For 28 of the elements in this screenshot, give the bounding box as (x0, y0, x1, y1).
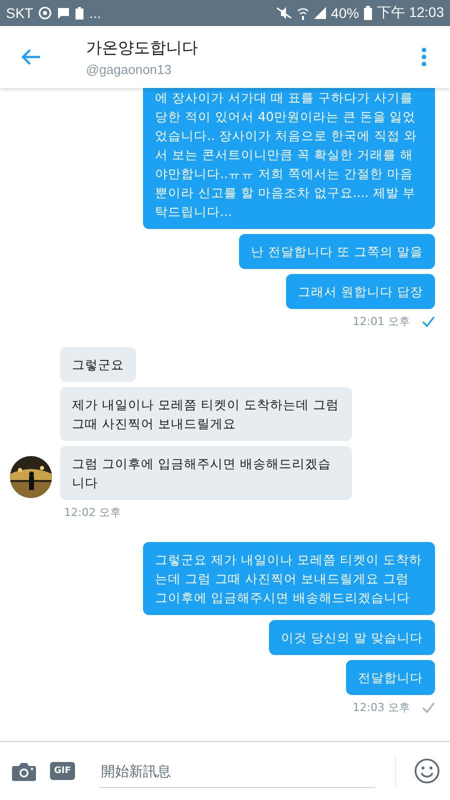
more-notifications: ... (89, 5, 101, 21)
message-bubble: 난 전달합니다 또 그쪽의 말을 (239, 234, 435, 269)
signal-icon (314, 7, 326, 19)
message-time: 12:01 오후 (352, 314, 410, 329)
message-bubble: 전달합니다 (346, 660, 435, 695)
message-bubble: 이것 당신의 말 맞습니다 (269, 620, 435, 655)
battery-percent: 40% (331, 5, 360, 21)
carrier-label: SKT (6, 5, 34, 21)
chat-icon (57, 6, 70, 20)
message-bubble: 그래서 원합니다 답장 (286, 274, 435, 309)
battery-icon (364, 6, 372, 20)
message-bubble: 그렇군요 (60, 347, 136, 382)
gif-button[interactable]: GIF (50, 762, 75, 780)
clock: 下午 12:03 (377, 4, 444, 22)
camera-button[interactable] (12, 762, 36, 780)
user-handle: @gagaonon13 (86, 62, 172, 76)
message-time: 12:03 오후 (352, 700, 410, 715)
more-icon (421, 47, 427, 67)
message-bubble: 그렇군요 제가 내일이나 모레쯤 티켓이 도착하는데 그럼 그때 사진찍어 보내드릴게요 그럼 그이후에 입금해주시면 배송해드리겠습니다 (143, 542, 435, 615)
emoji-button[interactable] (414, 758, 440, 784)
wifi-icon (297, 6, 310, 20)
message-time: 12:02 오후 (64, 505, 122, 520)
message-bubble: 제가 내일이나 모레쯤 티켓이 도착하는데 그럼 그때 사진찍어 보내드릴게요 (60, 387, 352, 441)
message-bubble: 그럼 그이후에 입금해주시면 배송해드리겠습니다 (60, 446, 352, 500)
mute-icon (276, 7, 292, 19)
conversation-title: 가온양도합니다 (86, 38, 199, 58)
message-bubble: 에 장사이가 서가대 때 표를 구하다가 사기를 당한 적이 있어서 40만원이라는 큰 돈을 잃었었습니다.. 장사이가 처음으로 한국에 직접 와서 보는 콘서트이니만큼 꼭 확실한 거래를 해야만합니다..ㅠㅠ 저희 쪽에서는 간절한 마음뿐이라 신고를 할 마음조차 없구요.... 제발 부탁드립니다... (143, 88, 435, 229)
back-arrow-icon (21, 48, 41, 66)
